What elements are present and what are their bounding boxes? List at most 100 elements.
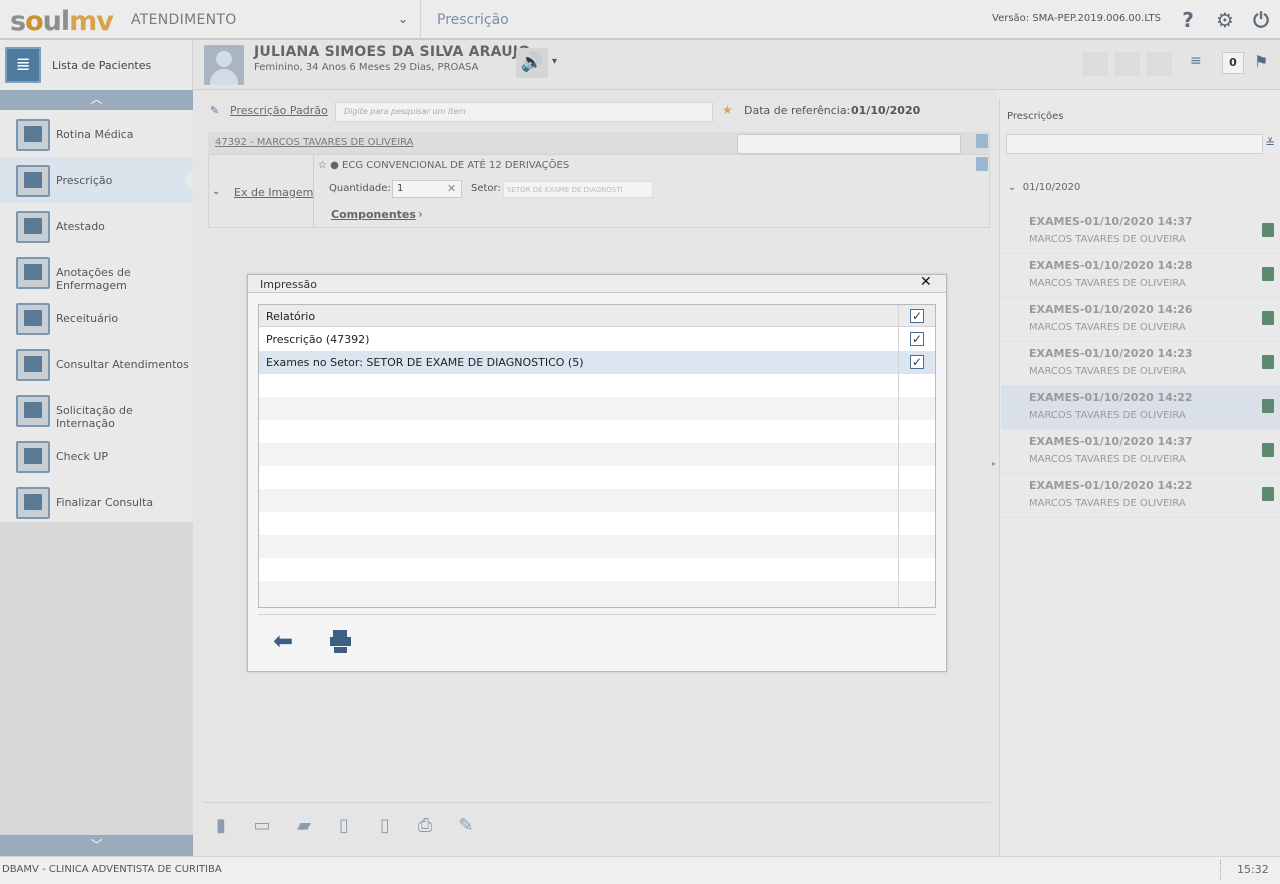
checkup-icon (16, 441, 50, 473)
save-icon[interactable]: ▭ (251, 815, 273, 841)
bed-icon (16, 395, 50, 427)
components-link[interactable]: Componentes (331, 208, 416, 221)
patient-list-label: Lista de Pacientes (52, 59, 152, 72)
empty-row (259, 581, 935, 607)
toolbar-divider (203, 802, 991, 803)
empty-row (259, 397, 935, 420)
search-document-icon[interactable]: ▯ (374, 815, 396, 841)
prescription-list-item[interactable]: EXAMES-01/10/2020 14:22 MARCOS TAVARES DE… (1001, 474, 1280, 518)
sidebar-scroll-down-icon[interactable]: ﹀ (0, 835, 193, 856)
collapse-chevron-icon[interactable]: ⌄ (212, 186, 220, 197)
speaker-dropdown-icon[interactable]: ▾ (552, 56, 557, 67)
sidebar-item-prescricao[interactable]: Prescrição (0, 157, 193, 203)
empty-row (259, 535, 935, 558)
divider (420, 0, 421, 40)
prescription-list-item[interactable]: EXAMES-01/10/2020 14:28 MARCOS TAVARES DE… (1001, 254, 1280, 298)
prescription-list-item[interactable]: EXAMES-01/10/2020 14:26 MARCOS TAVARES DE… (1001, 298, 1280, 342)
list-icon: ≣ (5, 47, 41, 83)
sidebar-item-receituario[interactable]: Receituário (0, 295, 193, 341)
message-icon[interactable]: ≡ (1190, 53, 1202, 69)
patient-name: JULIANA SIMOES DA SILVA ARAUJO (254, 44, 531, 60)
select-all-checkbox[interactable]: ✓ (910, 309, 924, 323)
clock: 15:32 (1237, 863, 1269, 876)
remove-prescription-icon[interactable] (976, 134, 988, 148)
prescription-list-item[interactable]: EXAMES-01/10/2020 14:37 MARCOS TAVARES DE… (1001, 430, 1280, 474)
patient-avatar (204, 45, 244, 85)
sidebar-scroll-up-icon[interactable]: ︿ (0, 90, 193, 110)
soulmv-logo: soulmv (10, 6, 114, 37)
sidebar-item-anotacoes-enfermagem[interactable]: Anotações de Enfermagem (0, 249, 193, 295)
sign-document-icon[interactable]: ▰ (293, 815, 315, 841)
certificate-icon (16, 211, 50, 243)
edit-icon: ✎ (210, 104, 220, 117)
sidebar-item-rotina-medica[interactable]: Rotina Médica (0, 111, 193, 157)
divider (1220, 860, 1221, 880)
screen-title: Prescrição (437, 12, 509, 28)
prescription-note-input[interactable] (737, 134, 961, 154)
module-title: ATENDIMENTO (131, 12, 237, 28)
toolbar-button-3[interactable] (1146, 52, 1172, 76)
prescriptions-search-input[interactable] (1006, 134, 1263, 154)
document-icon[interactable] (1262, 223, 1274, 237)
close-icon[interactable]: ✕ (920, 274, 932, 290)
sidebar-item-finalizar-consulta[interactable]: Finalizar Consulta (0, 479, 193, 525)
panel-expand-icon[interactable]: ▸ (992, 459, 996, 468)
document-icon[interactable] (1262, 399, 1274, 413)
toolbar-button-2[interactable] (1114, 52, 1140, 76)
sidebar-item-atestado[interactable]: Atestado (0, 203, 193, 249)
dialog-divider (258, 614, 936, 615)
module-dropdown-chevron-icon[interactable]: ⌄ (398, 12, 408, 26)
print-toolbar-icon[interactable]: ⎙ (414, 815, 436, 841)
toolbar-button-1[interactable] (1082, 52, 1108, 76)
date-group[interactable]: ⌄ 01/10/2020 (1008, 182, 1080, 193)
flag-icon[interactable]: ⚑ (1254, 52, 1268, 71)
gear-icon[interactable]: ⚙ (1213, 8, 1237, 32)
standard-prescription-link[interactable]: Prescrição Padrão (230, 104, 328, 117)
prescription-list-item[interactable]: EXAMES-01/10/2020 14:23 MARCOS TAVARES DE… (1001, 342, 1280, 386)
exit-icon (16, 487, 50, 519)
item-search-input[interactable]: Digite para pesquisar um item (335, 102, 713, 122)
document-icon[interactable] (1262, 443, 1274, 457)
dialog-header (248, 275, 946, 293)
prescription-icon (16, 165, 50, 197)
prescription-list-item[interactable]: EXAMES-01/10/2020 14:37 MARCOS TAVARES DE… (1001, 210, 1280, 254)
row-checkbox[interactable]: ✓ (910, 355, 924, 369)
double-chevron-down-icon[interactable]: ≚ (1265, 136, 1275, 150)
arrow-left-icon[interactable]: ⬅ (268, 628, 298, 654)
question-icon[interactable]: ? (1176, 8, 1200, 32)
document-icon[interactable] (1262, 355, 1274, 369)
sidebar-item-check-up[interactable]: Check UP (0, 433, 193, 479)
chevron-down-icon: ⌄ (1008, 182, 1023, 193)
new-document-icon[interactable]: ▮ (210, 815, 232, 841)
item-title: ☆ ● ECG CONVENCIONAL DE ATÉ 12 DERIVAÇÕE… (318, 160, 570, 171)
patient-info: Feminino, 34 Anos 6 Meses 29 Dias, PROAS… (254, 62, 479, 73)
setor-input[interactable]: SETOR DE EXAME DE DIAGNÓSTI (503, 181, 653, 198)
document-icon[interactable] (1262, 487, 1274, 501)
flag-counter: 0 (1222, 52, 1244, 74)
quantity-label: Quantidade: (329, 183, 391, 194)
table-row[interactable]: Exames no Setor: SETOR DE EXAME DE DIAGN… (259, 351, 935, 374)
version-label: Versão: SMA-PEP.2019.006.00.LTS (992, 13, 1161, 24)
star-icon[interactable]: ★ (722, 103, 733, 117)
prescription-link[interactable]: 47392 - MARCOS TAVARES DE OLIVEIRA (215, 137, 414, 148)
empty-row (259, 443, 935, 466)
chevron-right-icon[interactable]: › (418, 207, 423, 221)
sidebar-item-solicitacao-internacao[interactable]: Solicitação de Internação (0, 387, 193, 433)
speaker-icon[interactable]: 🔊 (516, 48, 548, 78)
prescription-list-item[interactable]: EXAMES-01/10/2020 14:22 MARCOS TAVARES DE… (1001, 386, 1280, 430)
document-icon[interactable] (1262, 267, 1274, 281)
printer-icon[interactable] (327, 628, 355, 654)
clear-quantity-icon[interactable]: ✕ (447, 182, 456, 195)
sidebar-item-consultar-atendimentos[interactable]: Consultar Atendimentos (0, 341, 193, 387)
document-icon[interactable] (1262, 311, 1274, 325)
remove-item-icon[interactable] (976, 157, 988, 171)
monitor-icon (16, 119, 50, 151)
grid-header-row: Relatório ✓ (259, 305, 935, 328)
row-checkbox[interactable]: ✓ (910, 332, 924, 346)
item-group-link[interactable]: Ex de Imagem (234, 186, 313, 199)
power-icon[interactable]: ⏻ (1249, 8, 1273, 32)
dialog-title: Impressão (260, 278, 317, 291)
table-row[interactable]: Prescrição (47392) ✓ (259, 328, 935, 351)
message-toolbar-icon[interactable]: ✎ (455, 815, 477, 841)
copy-document-icon[interactable]: ▯ (333, 815, 355, 841)
